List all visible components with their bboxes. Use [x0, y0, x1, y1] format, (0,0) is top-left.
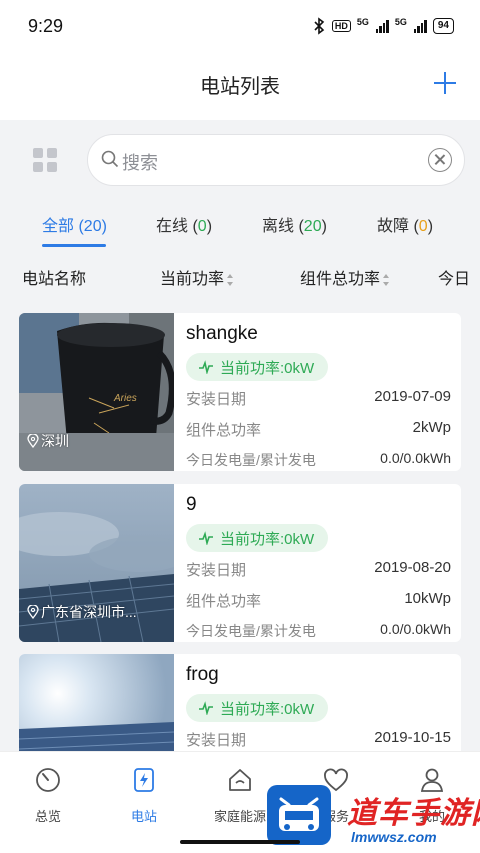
signal-icon-2 [413, 19, 427, 33]
home-energy-icon [229, 769, 251, 791]
station-photo [19, 654, 174, 751]
home-indicator[interactable] [180, 840, 300, 844]
tab-fault[interactable]: 故障 (0) [377, 212, 433, 236]
station-info: frog 当前功率:0kW 安装日期 2019-10-15 [186, 654, 451, 751]
tab-all[interactable]: 全部 (20) [42, 212, 107, 236]
column-current-power[interactable]: 当前功率 [160, 265, 234, 289]
station-bolt-icon [134, 768, 154, 792]
station-name: frog [186, 664, 219, 685]
station-name: shangke [186, 323, 258, 344]
status-bar: 9:29 HD 5G 5G 94 [0, 0, 480, 56]
bluetooth-icon [314, 17, 325, 35]
power-pulse-icon [199, 360, 213, 374]
location-pin-icon [27, 605, 39, 619]
power-pulse-icon [199, 701, 213, 715]
nav-overview[interactable]: 总览 [0, 766, 96, 825]
search-icon [101, 150, 119, 168]
watermark-logo [267, 785, 331, 845]
energy-row: 今日发电量/累计发电 0.0/0.0kWh [186, 621, 451, 639]
column-today[interactable]: 今日 [438, 265, 470, 289]
add-station-button[interactable] [432, 70, 458, 96]
active-tab-indicator [42, 244, 106, 247]
install-date-row: 安装日期 2019-10-15 [186, 729, 451, 749]
sort-icon [227, 273, 234, 286]
hd-badge: HD [331, 20, 351, 32]
status-icons: HD 5G 5G 94 [312, 17, 454, 35]
current-power-badge: 当前功率:0kW [186, 694, 328, 722]
station-location: 广东省深圳市... [27, 602, 137, 622]
page-title: 电站列表 [200, 76, 280, 98]
grid-view-icon[interactable] [33, 148, 57, 172]
svg-text:Aries: Aries [113, 393, 137, 404]
install-date-row: 安装日期 2019-08-20 [186, 559, 451, 579]
column-total-power[interactable]: 组件总功率 [300, 265, 390, 289]
tab-online[interactable]: 在线 (0) [156, 212, 212, 236]
status-time: 9:29 [28, 16, 64, 36]
overview-gauge-icon [36, 768, 60, 792]
total-power-row: 组件总功率 2kWp [186, 419, 451, 439]
station-location: 深圳 [27, 431, 69, 451]
station-card[interactable]: 广东省深圳市... 9 当前功率:0kW 安装日期 2019-08-20 组件总功… [19, 484, 461, 642]
watermark-url: lmwwsz.com [351, 829, 437, 845]
watermark-text: 道车手游网 [347, 797, 480, 830]
title-bar: 电站列表 [0, 56, 480, 120]
status-filter-tabs: 全部 (20) 在线 (0) 离线 (20) 故障 (0) [0, 206, 480, 250]
total-power-row: 组件总功率 10kWp [186, 590, 451, 610]
power-pulse-icon [199, 531, 213, 545]
sort-icon [383, 273, 390, 286]
network-label-1: 5G [356, 17, 369, 27]
energy-row: 今日发电量/累计发电 0.0/0.0kWh [186, 450, 451, 468]
current-power-badge: 当前功率:0kW [186, 524, 328, 552]
signal-icon [375, 19, 389, 33]
network-label-2: 5G [394, 17, 407, 27]
station-list: Aries 深圳 shangke 当前功率:0kW 安装日期 2019-07-09… [0, 313, 480, 751]
battery-indicator: 94 [432, 18, 454, 34]
current-power-badge: 当前功率:0kW [186, 353, 328, 381]
tab-offline[interactable]: 离线 (20) [262, 212, 327, 236]
station-card[interactable]: frog 当前功率:0kW 安装日期 2019-10-15 [19, 654, 461, 751]
clear-search-icon[interactable] [428, 148, 452, 172]
station-photo: Aries 深圳 [19, 313, 174, 471]
station-name: 9 [186, 494, 197, 515]
search-input[interactable]: 搜索 [87, 134, 465, 186]
column-station-name[interactable]: 电站名称 [22, 265, 86, 289]
station-info: 9 当前功率:0kW 安装日期 2019-08-20 组件总功率 10kWp 今日发… [186, 484, 451, 642]
nav-station[interactable]: 电站 [96, 766, 192, 825]
station-photo: 广东省深圳市... [19, 484, 174, 642]
location-pin-icon [27, 434, 39, 448]
station-info: shangke 当前功率:0kW 安装日期 2019-07-09 组件总功率 2kW… [186, 313, 451, 471]
install-date-row: 安装日期 2019-07-09 [186, 388, 451, 408]
station-card[interactable]: Aries 深圳 shangke 当前功率:0kW 安装日期 2019-07-09… [19, 313, 461, 471]
column-headers: 电站名称 当前功率 组件总功率 今日 [0, 256, 480, 296]
search-placeholder: 搜索 [122, 153, 158, 173]
